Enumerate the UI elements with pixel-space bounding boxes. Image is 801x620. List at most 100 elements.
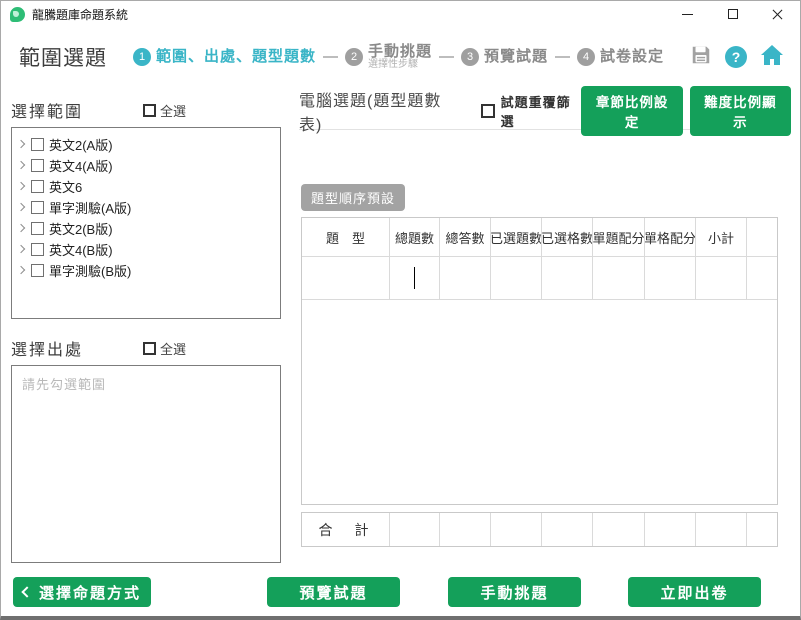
range-section-header: 選擇範圍 全選 [11,97,281,123]
chevron-right-icon[interactable] [16,224,26,234]
tree-item[interactable]: 英文2(B版) [16,218,276,239]
total-cell [645,513,696,546]
duplicate-filter-checkbox[interactable] [481,104,495,118]
duplicate-filter-label: 試題重覆篩選 [501,92,582,130]
duplicate-filter[interactable]: 試題重覆篩選 [481,92,581,130]
help-button[interactable]: ? [725,46,747,68]
question-order-preset-button[interactable]: 題型順序預設 [301,184,405,211]
tree-item[interactable]: 英文4(B版) [16,239,276,260]
column-header: 總題數 [390,218,440,257]
tree-item-checkbox[interactable] [31,138,44,151]
step-separator [439,56,454,58]
table-row [302,257,777,300]
generate-paper-button[interactable]: 立即出卷 [628,577,761,607]
maximize-button[interactable] [710,1,755,27]
tree-item-checkbox[interactable] [31,180,44,193]
source-select-all[interactable]: 全選 [143,339,186,358]
column-header: 已選題數 [491,218,542,257]
total-questions-cell[interactable] [390,257,440,300]
column-header: 單題配分 [593,218,645,257]
row-action-cell[interactable] [747,257,777,300]
source-list[interactable]: 請先勾選範圍 [11,365,281,563]
step-2[interactable]: 2 手動挑題 選擇性步驟 [345,44,432,70]
column-header: 小計 [696,218,747,257]
close-button[interactable] [755,1,800,27]
chevron-right-icon[interactable] [16,182,26,192]
difficulty-ratio-button[interactable]: 難度比例顯示 [690,86,791,136]
tree-item[interactable]: 英文2(A版) [16,134,276,155]
step-4-number: 4 [577,48,595,66]
chevron-right-icon[interactable] [16,245,26,255]
column-header: 已選格數 [542,218,593,257]
column-header: 總答數 [440,218,491,257]
app-window: 龍騰題庫命題系統 範圍選題 1 範圍、出處、題型題數 2 手動挑題 選擇性步驟 [0,0,801,620]
total-cell [390,513,440,546]
tree-item[interactable]: 英文4(A版) [16,155,276,176]
preview-questions-button[interactable]: 預覽試題 [267,577,400,607]
step-1-label: 範圍、出處、題型題數 [156,49,316,65]
tree-item[interactable]: 英文6 [16,176,276,197]
back-button-label: 選擇命題方式 [39,582,141,603]
text-cursor [414,267,416,289]
total-cell [696,513,747,546]
step-4[interactable]: 4 試卷設定 [577,48,664,66]
chevron-right-icon[interactable] [16,140,26,150]
range-select-all-checkbox[interactable] [143,104,156,117]
step-separator [323,56,338,58]
tree-item-checkbox[interactable] [31,222,44,235]
step-3-number: 3 [461,48,479,66]
manual-pick-button[interactable]: 手動挑題 [448,577,581,607]
range-select-all-label: 全選 [160,101,186,120]
tree-item-checkbox[interactable] [31,159,44,172]
question-type-cell[interactable] [302,257,390,300]
app-logo-icon [10,7,25,22]
title-bar: 龍騰題庫命題系統 [1,1,800,27]
tree-item-checkbox[interactable] [31,264,44,277]
total-cell [440,513,491,546]
step-3[interactable]: 3 預覽試題 [461,48,548,66]
tree-item-checkbox[interactable] [31,201,44,214]
chevron-right-icon[interactable] [16,266,26,276]
selected-blanks-cell[interactable] [542,257,593,300]
tree-item-checkbox[interactable] [31,243,44,256]
range-select-all[interactable]: 全選 [143,101,186,120]
footer-bar: 選擇命題方式 預覽試題 手動挑題 立即出卷 [1,577,800,611]
wizard-steps: 1 範圍、出處、題型題數 2 手動挑題 選擇性步驟 3 預覽試題 4 試卷設定 [133,44,664,70]
back-to-method-button[interactable]: 選擇命題方式 [13,577,151,607]
source-title: 選擇出處 [11,336,143,360]
source-select-all-label: 全選 [160,339,186,358]
step-separator [555,56,570,58]
total-label-cell: 合 計 [302,513,390,546]
step-1[interactable]: 1 範圍、出處、題型題數 [133,48,316,66]
subtotal-cell[interactable] [696,257,747,300]
score-per-question-cell[interactable] [593,257,645,300]
main-header: 電腦選題(題型題數表) 試題重覆篩選 章節比例設定 難度比例顯示 [299,97,791,125]
left-panel: 選擇範圍 全選 英文2(A版) 英文4(A版) 英文6 [11,97,281,563]
selected-questions-cell[interactable] [491,257,542,300]
chapter-ratio-button[interactable]: 章節比例設定 [581,86,682,136]
question-mark-icon: ? [732,49,741,65]
range-tree: 英文2(A版) 英文4(A版) 英文6 單字測驗(A版) 英文2(B版) [11,127,281,319]
step-2-label: 手動挑題 [368,44,432,60]
chevron-right-icon[interactable] [16,161,26,171]
tree-item[interactable]: 單字測驗(A版) [16,197,276,218]
main-title: 電腦選題(題型題數表) [299,87,459,135]
page-header: 範圍選題 1 範圍、出處、題型題數 2 手動挑題 選擇性步驟 3 預覽試題 4 [1,29,800,85]
source-select-all-checkbox[interactable] [143,342,156,355]
chevron-left-icon [21,586,32,597]
step-2-sublabel: 選擇性步驟 [368,60,432,71]
tree-item-label: 英文2(A版) [49,135,113,154]
score-per-blank-cell[interactable] [645,257,696,300]
source-section-header: 選擇出處 全選 [11,335,281,361]
total-cell [542,513,593,546]
tree-item-label: 英文4(B版) [49,240,113,259]
home-button[interactable] [760,44,784,71]
total-answers-cell[interactable] [440,257,491,300]
total-cell [491,513,542,546]
minimize-button[interactable] [665,1,710,27]
chevron-right-icon[interactable] [16,203,26,213]
tree-item-label: 英文6 [49,177,82,196]
minimize-icon [682,14,693,15]
tree-item[interactable]: 單字測驗(B版) [16,260,276,281]
save-button[interactable] [690,44,712,71]
